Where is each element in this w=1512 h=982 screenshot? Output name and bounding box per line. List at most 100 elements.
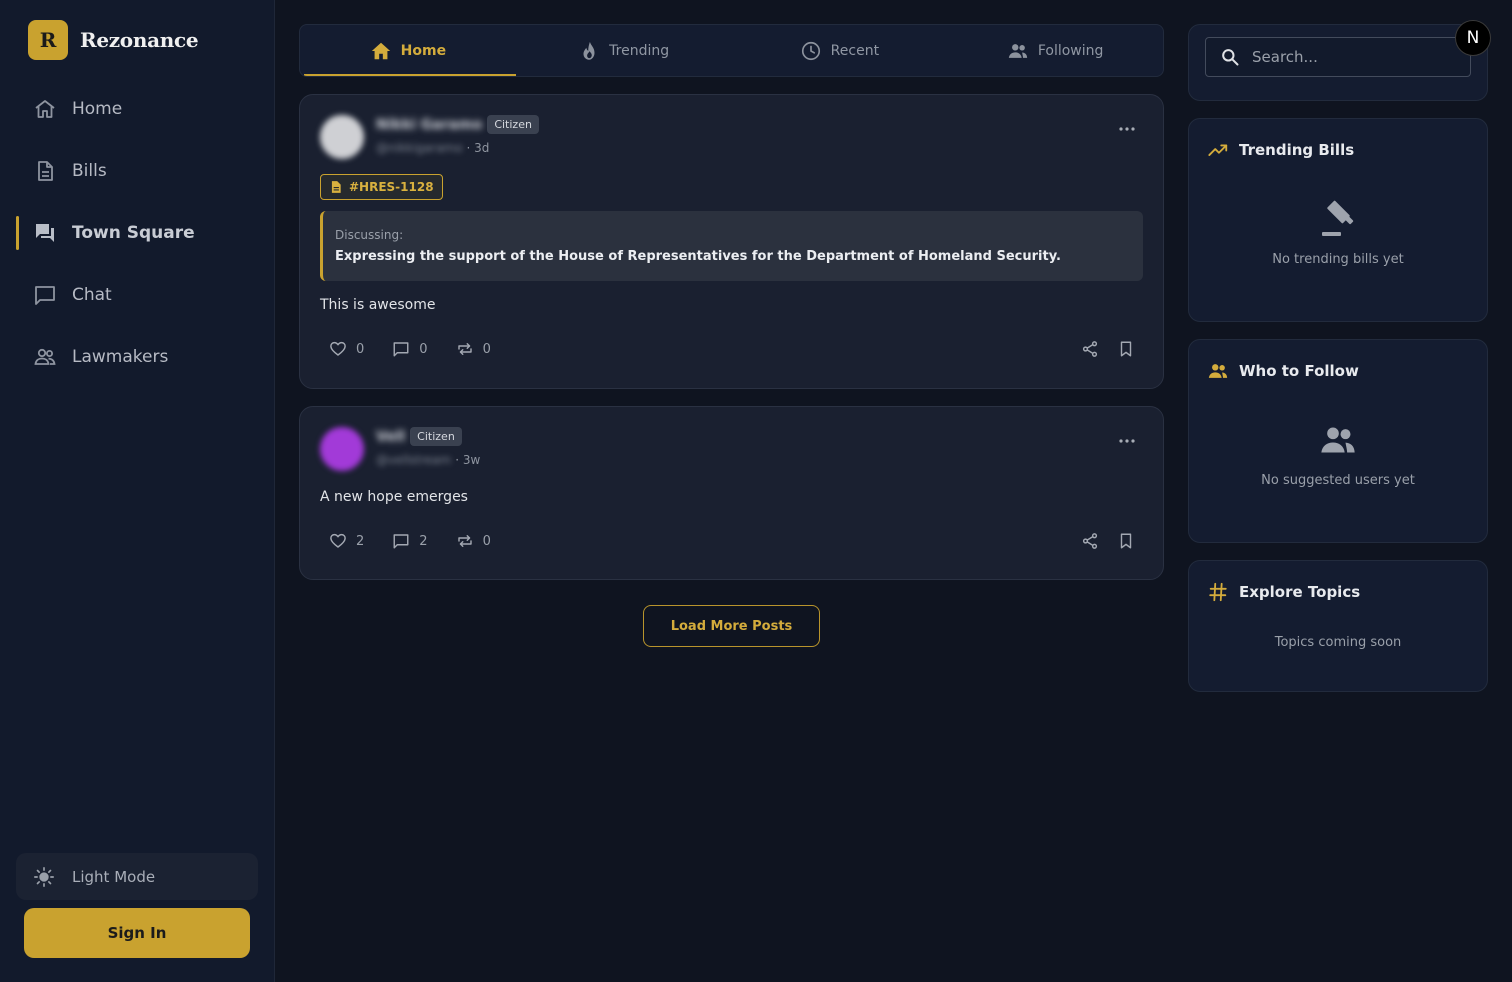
role-badge: Citizen	[410, 427, 462, 446]
brand-name: Rezonance	[80, 28, 199, 52]
comment-button[interactable]: 2	[392, 532, 428, 550]
card-title: Explore Topics	[1239, 583, 1361, 601]
comment-count: 0	[419, 341, 428, 357]
theme-toggle[interactable]: Light Mode	[16, 853, 258, 900]
sign-in-button[interactable]: Sign In	[24, 908, 250, 958]
load-more-button[interactable]: Load More Posts	[643, 605, 820, 647]
sidebar-nav: Home Bills Town Square Chat Lawmakers	[0, 78, 274, 388]
avatar[interactable]	[320, 427, 364, 471]
trending-up-icon	[1207, 139, 1229, 161]
search-card	[1188, 24, 1488, 101]
brand[interactable]: R Rezonance	[28, 20, 199, 60]
heart-icon	[329, 532, 347, 550]
more-options-button[interactable]	[1115, 117, 1139, 141]
post-card: Vell Citizen @vellstream · 3w A new hope…	[299, 406, 1164, 580]
tab-label: Recent	[830, 42, 880, 59]
tab-home[interactable]: Home	[300, 25, 516, 76]
repost-button[interactable]: 0	[456, 532, 491, 550]
comment-icon	[392, 340, 410, 358]
empty-text: No trending bills yet	[1272, 252, 1404, 267]
post-time: · 3d	[466, 141, 490, 155]
explore-topics-card: Explore Topics Topics coming soon	[1188, 560, 1488, 692]
bill-tag[interactable]: #HRES-1128	[320, 174, 443, 200]
like-count: 2	[356, 533, 365, 549]
sidebar-item-label: Home	[72, 99, 123, 119]
floating-badge[interactable]: N	[1455, 20, 1491, 56]
tab-label: Trending	[609, 42, 670, 59]
card-title: Who to Follow	[1239, 362, 1359, 380]
chat-icon	[33, 283, 57, 307]
role-badge: Citizen	[487, 115, 539, 134]
post-time: · 3w	[455, 453, 481, 467]
more-icon	[1119, 439, 1135, 443]
bookmark-icon[interactable]	[1117, 532, 1135, 550]
more-icon	[1119, 127, 1135, 131]
comment-button[interactable]: 0	[392, 340, 428, 358]
sidebar-item-label: Bills	[72, 161, 107, 181]
card-header: Who to Follow	[1207, 360, 1359, 382]
bookmark-icon[interactable]	[1117, 340, 1135, 358]
author-row: Vell Citizen	[376, 427, 462, 446]
repost-icon	[456, 532, 474, 550]
post-text: This is awesome	[320, 297, 436, 313]
hashtag-icon	[1207, 581, 1229, 603]
forum-icon	[33, 221, 57, 245]
sun-icon	[33, 866, 55, 888]
author-name[interactable]: Nikki Garamo	[376, 117, 482, 133]
tab-trending[interactable]: Trending	[516, 25, 732, 76]
who-to-follow-card: Who to Follow No suggested users yet	[1188, 339, 1488, 543]
search-box[interactable]	[1205, 37, 1471, 77]
search-input[interactable]	[1252, 48, 1452, 66]
sidebar-item-label: Town Square	[72, 223, 195, 243]
repost-count: 0	[482, 533, 491, 549]
document-icon	[329, 180, 343, 194]
avatar[interactable]	[320, 115, 364, 159]
author-handle[interactable]: @nikkigaramo	[376, 141, 462, 155]
post-meta: @nikkigaramo · 3d	[376, 141, 489, 155]
like-button[interactable]: 2	[329, 532, 364, 550]
tab-following[interactable]: Following	[947, 25, 1163, 76]
home-icon	[33, 97, 57, 121]
sidebar-item-label: Chat	[72, 285, 112, 305]
clock-icon	[800, 40, 822, 62]
post-meta: @vellstream · 3w	[376, 453, 480, 467]
post-actions: 0 0 0	[329, 340, 519, 358]
document-icon	[33, 159, 57, 183]
share-icon[interactable]	[1081, 532, 1099, 550]
like-button[interactable]: 0	[329, 340, 364, 358]
repost-count: 0	[482, 341, 491, 357]
sidebar-item-lawmakers[interactable]: Lawmakers	[0, 326, 274, 388]
empty-text: No suggested users yet	[1261, 473, 1415, 488]
tab-recent[interactable]: Recent	[732, 25, 948, 76]
people-icon	[1318, 420, 1358, 460]
sidebar: R Rezonance Home Bills Town Square Chat …	[0, 0, 275, 982]
theme-toggle-label: Light Mode	[72, 867, 156, 886]
more-options-button[interactable]	[1115, 429, 1139, 453]
sidebar-item-town-square[interactable]: Town Square	[0, 202, 274, 264]
heart-icon	[329, 340, 347, 358]
author-name[interactable]: Vell	[376, 429, 405, 445]
share-icon[interactable]	[1081, 340, 1099, 358]
like-count: 0	[356, 341, 365, 357]
comment-count: 2	[419, 533, 428, 549]
comment-icon	[392, 532, 410, 550]
repost-button[interactable]: 0	[456, 340, 491, 358]
fire-icon	[578, 40, 600, 62]
empty-state: No suggested users yet	[1189, 420, 1487, 488]
author-handle[interactable]: @vellstream	[376, 453, 451, 467]
gavel-icon	[1318, 199, 1358, 239]
sidebar-item-bills[interactable]: Bills	[0, 140, 274, 202]
card-header: Trending Bills	[1207, 139, 1354, 161]
bill-tag-label: #HRES-1128	[349, 180, 434, 194]
discussing-title: Expressing the support of the House of R…	[335, 249, 1061, 264]
discussing-box[interactable]: Discussing: Expressing the support of th…	[320, 211, 1143, 281]
people-icon	[1007, 40, 1029, 62]
author-row: Nikki Garamo Citizen	[376, 115, 539, 134]
sidebar-item-home[interactable]: Home	[0, 78, 274, 140]
sidebar-item-chat[interactable]: Chat	[0, 264, 274, 326]
post-text: A new hope emerges	[320, 489, 468, 505]
sidebar-item-label: Lawmakers	[72, 347, 169, 367]
people-icon	[33, 345, 57, 369]
post-secondary-actions	[1063, 340, 1135, 358]
brand-logo: R	[28, 20, 68, 60]
